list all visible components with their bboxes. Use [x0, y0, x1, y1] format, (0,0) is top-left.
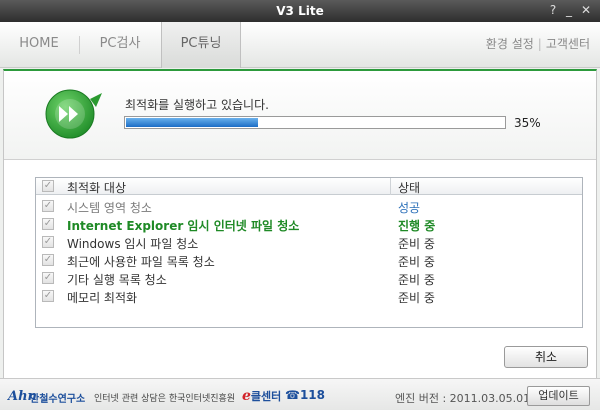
item-checkbox[interactable]: ✓: [42, 290, 54, 302]
item-checkbox[interactable]: ✓: [42, 218, 54, 230]
top-links-separator: |: [537, 37, 542, 51]
column-divider: [390, 178, 391, 195]
footer-bar: Ahn 안철수연구소 인터넷 관련 상담은 한국인터넷진흥원 e클센터 ☎118…: [0, 378, 600, 410]
item-name: 최근에 사용한 파일 목록 청소: [67, 255, 215, 269]
item-state: 준비 중: [398, 237, 435, 251]
select-all-checkbox[interactable]: ✓: [42, 180, 54, 192]
item-name: Windows 임시 파일 청소: [67, 237, 199, 251]
progress-bar: [124, 116, 506, 129]
item-checkbox[interactable]: ✓: [42, 272, 54, 284]
item-state: 준비 중: [398, 291, 435, 305]
support-link[interactable]: 고객센터: [546, 37, 590, 51]
ecenter-label: 클센터: [250, 390, 282, 403]
column-header-target: 최적화 대상: [67, 181, 127, 195]
help-button[interactable]: ?: [545, 2, 561, 18]
item-state: 준비 중: [398, 273, 435, 287]
fast-forward-icon: [45, 89, 102, 139]
item-name: Internet Explorer 임시 인터넷 파일 청소: [67, 219, 300, 233]
item-name: 시스템 영역 청소: [67, 201, 152, 215]
ecenter-logo: e클센터: [242, 388, 281, 404]
list-item: ✓ 기타 실행 목록 청소 준비 중: [36, 270, 582, 288]
minimize-button[interactable]: _: [561, 2, 577, 18]
progress-section: 최적화를 실행하고 있습니다. 35%: [4, 71, 596, 160]
phone-icon: ☎118: [285, 388, 325, 402]
ecenter-e: e: [242, 388, 251, 404]
close-button[interactable]: ✕: [578, 2, 594, 18]
v3-lite-window: V3 Lite ? _ ✕ HOME PC검사 PC튜닝 환경 설정 | 고객센터: [0, 0, 600, 410]
item-state: 성공: [398, 201, 421, 215]
ahnlab-name: 안철수연구소: [30, 394, 86, 405]
list-item: ✓ Windows 임시 파일 청소 준비 중: [36, 234, 582, 252]
update-button[interactable]: 업데이트: [527, 386, 590, 406]
tab-home[interactable]: HOME: [0, 22, 78, 68]
progress-bar-fill: [126, 118, 258, 127]
settings-link[interactable]: 환경 설정: [486, 37, 534, 51]
item-checkbox[interactable]: ✓: [42, 236, 54, 248]
list-item: ✓ Internet Explorer 임시 인터넷 파일 청소 진행 중: [36, 216, 582, 234]
optimization-list: ✓ 최적화 대상 상태 ✓ 시스템 영역 청소 성공 ✓ Internet Ex…: [35, 177, 583, 328]
item-name: 메모리 최적화: [67, 291, 138, 305]
item-state: 준비 중: [398, 255, 435, 269]
top-links: 환경 설정 | 고객센터: [486, 22, 590, 66]
item-state: 진행 중: [398, 219, 436, 233]
window-title: V3 Lite: [276, 4, 324, 18]
title-bar[interactable]: V3 Lite ? _ ✕: [0, 0, 600, 22]
item-checkbox[interactable]: ✓: [42, 254, 54, 266]
list-item: ✓ 메모리 최적화 준비 중: [36, 288, 582, 306]
list-header: ✓ 최적화 대상 상태: [36, 178, 582, 195]
item-checkbox[interactable]: ✓: [42, 200, 54, 212]
consult-text: 인터넷 관련 상담은 한국인터넷진흥원: [94, 394, 236, 404]
status-message: 최적화를 실행하고 있습니다.: [125, 98, 269, 112]
column-header-state: 상태: [398, 181, 421, 195]
engine-version: 엔진 버전 : 2011.03.05.01: [395, 392, 531, 405]
list-item: ✓ 시스템 영역 청소 성공: [36, 198, 582, 216]
progress-percent: 35%: [514, 116, 541, 130]
tab-pc-tuning[interactable]: PC튜닝: [161, 22, 241, 68]
cancel-button[interactable]: 취소: [504, 346, 588, 368]
item-name: 기타 실행 목록 청소: [67, 273, 167, 287]
list-item: ✓ 최근에 사용한 파일 목록 청소 준비 중: [36, 252, 582, 270]
tab-pc-scan[interactable]: PC검사: [80, 22, 160, 68]
main-nav: HOME PC검사 PC튜닝 환경 설정 | 고객센터: [0, 22, 600, 68]
tuning-panel: 최적화를 실행하고 있습니다. 35% ✓ 최적화 대상 상태 ✓ 시스템 영역…: [3, 69, 597, 378]
